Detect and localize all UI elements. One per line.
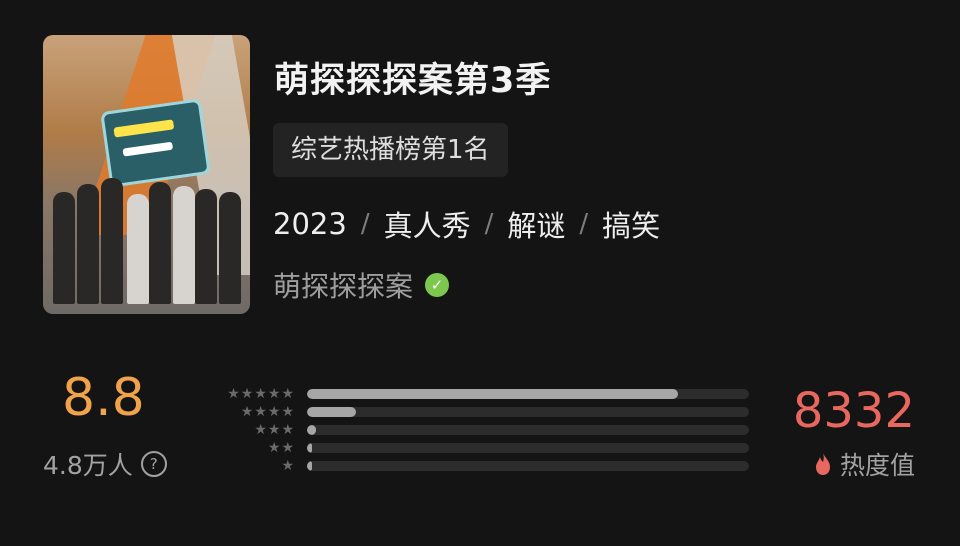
tag-genre[interactable]: 解谜	[507, 203, 565, 245]
star-group: ★ ★ ★ ★	[200, 405, 294, 419]
star-group: ★ ★ ★	[200, 423, 294, 437]
star-icon: ★	[281, 404, 294, 420]
poster-cast	[49, 174, 244, 304]
check-badge-icon: ✓	[425, 273, 450, 297]
star-icon: ★	[267, 422, 281, 438]
rating-bar-track	[307, 443, 749, 453]
question-circle-icon[interactable]: ?	[140, 451, 167, 477]
tag-separator: /	[360, 209, 370, 239]
show-poster[interactable]	[43, 35, 250, 314]
star-icon: ★	[240, 386, 254, 402]
tag-separator: /	[484, 209, 494, 239]
rating-bar-track	[307, 425, 749, 435]
show-tags: 2023 / 真人秀 / 解谜 / 搞笑	[273, 203, 660, 245]
show-title: 萌探探探案第3季	[274, 61, 552, 101]
heat-label: 热度值	[839, 451, 915, 480]
star-icon: ★	[240, 404, 254, 420]
rating-bar-track	[307, 389, 749, 399]
rating-bar-fill	[307, 443, 313, 453]
star-icon: ★	[281, 422, 294, 438]
star-icon: ★	[227, 386, 240, 402]
star-icon: ★	[267, 386, 281, 402]
star-icon: ★	[281, 458, 294, 474]
rating-bar-track	[307, 407, 749, 417]
rater-count-text: 4.8万人	[43, 451, 133, 480]
channel-name: 萌探探探案	[273, 270, 414, 303]
rating-bar-track	[307, 461, 749, 471]
star-group: ★ ★	[200, 441, 294, 455]
star-group: ★ ★ ★ ★ ★	[200, 387, 294, 401]
rating-row-4-star: ★ ★ ★ ★	[200, 405, 749, 419]
rating-bar-fill	[307, 425, 316, 435]
rating-bar-fill	[307, 407, 356, 417]
rating-row-1-star: ★	[200, 459, 749, 473]
rank-badge[interactable]: 综艺热播榜第1名	[273, 123, 508, 177]
heat-value: 8332	[792, 383, 915, 439]
star-group: ★	[200, 459, 294, 473]
star-icon: ★	[281, 386, 294, 402]
tag-year: 2023	[273, 207, 347, 241]
star-icon: ★	[267, 440, 281, 456]
heat-label-row: 热度值	[814, 446, 915, 482]
rating-bar-fill	[307, 389, 679, 399]
rating-score: 8.8	[62, 368, 145, 428]
tag-genre[interactable]: 真人秀	[384, 203, 471, 245]
star-icon: ★	[281, 440, 294, 456]
rating-count: 4.8万人 ?	[43, 446, 167, 482]
rating-row-3-star: ★ ★ ★	[200, 423, 749, 437]
star-icon: ★	[254, 386, 267, 402]
star-icon: ★	[267, 404, 281, 420]
tag-genre[interactable]: 搞笑	[602, 203, 660, 245]
tag-separator: /	[579, 209, 589, 239]
channel-link[interactable]: 萌探探探案 ✓	[273, 265, 450, 305]
star-icon: ★	[254, 404, 267, 420]
star-icon: ★	[254, 422, 267, 438]
rating-row-5-star: ★ ★ ★ ★ ★	[200, 387, 749, 401]
rating-row-2-star: ★ ★	[200, 441, 749, 455]
rating-bar-fill	[307, 461, 313, 471]
flame-icon	[815, 453, 830, 475]
